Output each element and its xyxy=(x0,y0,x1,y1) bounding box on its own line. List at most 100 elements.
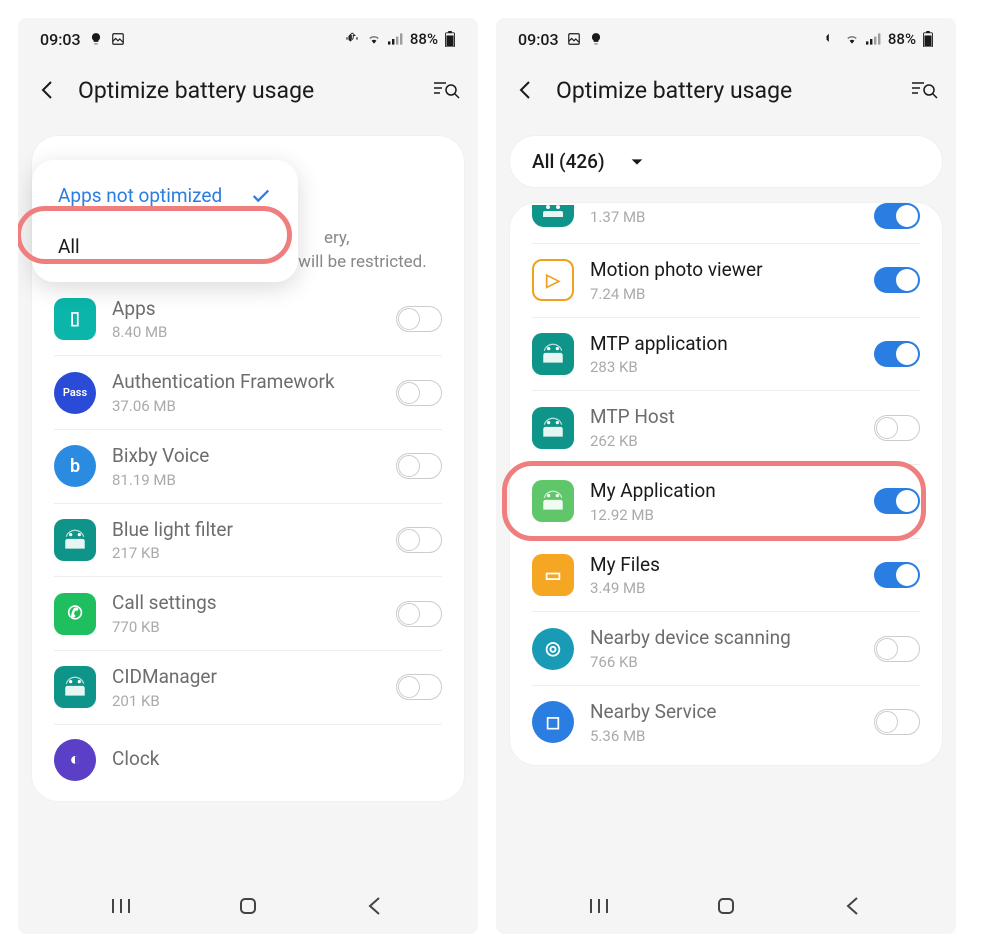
toggle-switch[interactable] xyxy=(874,267,920,293)
app-row[interactable]: CIDManager 201 KB xyxy=(54,651,442,725)
page-header: Optimize battery usage xyxy=(18,60,478,120)
toggle-switch[interactable] xyxy=(396,453,442,479)
app-icon xyxy=(532,205,574,227)
app-size: 5.36 MB xyxy=(590,727,858,745)
app-icon: Pass xyxy=(54,372,96,414)
app-icon: ▷ xyxy=(532,259,574,301)
app-info: My Files3.49 MB xyxy=(590,553,858,598)
nav-home-icon[interactable] xyxy=(234,892,262,920)
app-name: Nearby device scanning xyxy=(590,626,858,651)
app-info: Authentication Framework 37.06 MB xyxy=(112,370,380,415)
app-row[interactable]: ◐Clock xyxy=(54,725,442,795)
toggle-switch[interactable] xyxy=(874,415,920,441)
app-icon: b xyxy=(54,445,96,487)
status-time: 09:03 xyxy=(518,30,559,49)
battery-pct: 88% xyxy=(888,30,916,48)
dropdown-item-label: Apps not optimized xyxy=(58,184,222,207)
dropdown-item-label: All xyxy=(58,235,80,258)
app-row[interactable]: ▷Motion photo viewer7.24 MB xyxy=(532,244,920,318)
app-icon: ◎ xyxy=(532,628,574,670)
app-name: My Application xyxy=(590,479,858,504)
android-navbar xyxy=(496,878,956,934)
toggle-switch[interactable] xyxy=(874,709,920,735)
app-size: 201 KB xyxy=(112,692,380,710)
back-icon[interactable] xyxy=(36,78,60,102)
app-row-partial[interactable]: 1.37 MB xyxy=(532,203,920,244)
app-icon xyxy=(532,407,574,449)
app-row[interactable]: ▯ Apps8.40 MB xyxy=(54,283,442,357)
app-name: Clock xyxy=(112,747,442,772)
dropdown-item-all[interactable]: All xyxy=(32,221,298,272)
app-row[interactable]: Blue light filter217 KB xyxy=(54,504,442,578)
toggle-switch[interactable] xyxy=(874,636,920,662)
wifi-icon xyxy=(366,32,382,46)
app-name: CIDManager xyxy=(112,665,380,690)
app-row[interactable]: ◎ Nearby device scanning766 KB xyxy=(532,612,920,686)
dropdown-item-not-optimized[interactable]: Apps not optimized xyxy=(32,170,298,221)
filter-search-icon[interactable] xyxy=(432,78,460,102)
app-row[interactable]: ▭My Files3.49 MB xyxy=(532,539,920,613)
app-info: Apps8.40 MB xyxy=(112,297,380,342)
app-icon: ✆ xyxy=(54,593,96,635)
app-size: 81.19 MB xyxy=(112,471,380,489)
filter-dropdown-trigger[interactable]: All (426) xyxy=(532,150,920,173)
app-list: ▯ Apps8.40 MB Pass Authentication Framework… xyxy=(54,283,442,795)
battery-icon xyxy=(444,31,456,47)
app-row[interactable]: ✆ Call settings770 KB xyxy=(54,577,442,651)
toggle-switch[interactable] xyxy=(874,203,920,229)
app-icon: ▯ xyxy=(54,298,96,340)
app-name: Blue light filter xyxy=(112,518,380,543)
app-info: MTP Host262 KB xyxy=(590,405,858,450)
nav-back-icon[interactable] xyxy=(839,892,867,920)
app-size: 12.92 MB xyxy=(590,506,858,524)
page-title: Optimize battery usage xyxy=(78,77,414,104)
vibrate-icon xyxy=(344,32,360,46)
phone-screen-right: 09:03 88% Opt xyxy=(496,18,956,934)
toggle-switch[interactable] xyxy=(396,674,442,700)
phone-screen-left: 09:03 88% Opt xyxy=(18,18,478,934)
app-row[interactable]: ◻Nearby Service5.36 MB xyxy=(532,686,920,759)
filter-search-icon[interactable] xyxy=(910,78,938,102)
app-size: 8.40 MB xyxy=(112,323,380,341)
app-row[interactable]: Pass Authentication Framework 37.06 MB xyxy=(54,356,442,430)
app-info: Nearby device scanning766 KB xyxy=(590,626,858,671)
app-size: 283 KB xyxy=(590,358,858,376)
bulb-icon xyxy=(589,32,603,46)
toggle-switch[interactable] xyxy=(874,562,920,588)
app-icon xyxy=(54,666,96,708)
app-size: 3.49 MB xyxy=(590,579,858,597)
nav-recent-icon[interactable] xyxy=(107,892,135,920)
status-bar: 09:03 88% xyxy=(18,18,478,60)
toggle-switch[interactable] xyxy=(396,380,442,406)
toggle-switch[interactable] xyxy=(396,601,442,627)
app-info: Call settings770 KB xyxy=(112,591,380,636)
app-size: 37.06 MB xyxy=(112,397,380,415)
app-icon xyxy=(532,480,574,522)
filter-dropdown-popup: Apps not optimized All xyxy=(32,160,298,282)
checkmark-icon xyxy=(250,185,272,207)
main-card: 1.37 MB ▷Motion photo viewer7.24 MBMTP a… xyxy=(510,203,942,765)
app-name: MTP application xyxy=(590,332,858,357)
app-row[interactable]: My Application 12.92 MB xyxy=(532,465,920,539)
battery-pct: 88% xyxy=(410,30,438,48)
app-name: Apps xyxy=(112,297,380,322)
app-name: Call settings xyxy=(112,591,380,616)
picture-icon xyxy=(567,32,581,46)
app-name: Bixby Voice xyxy=(112,444,380,469)
toggle-switch[interactable] xyxy=(874,341,920,367)
toggle-switch[interactable] xyxy=(396,527,442,553)
toggle-switch[interactable] xyxy=(396,306,442,332)
app-size: 1.37 MB xyxy=(590,208,858,226)
toggle-switch[interactable] xyxy=(874,488,920,514)
filter-card: All (426) xyxy=(510,136,942,187)
app-info: Blue light filter217 KB xyxy=(112,518,380,563)
nav-recent-icon[interactable] xyxy=(585,892,613,920)
back-icon[interactable] xyxy=(514,78,538,102)
app-row[interactable]: b Bixby Voice 81.19 MB xyxy=(54,430,442,504)
app-row[interactable]: MTP Host262 KB xyxy=(532,391,920,465)
app-row[interactable]: MTP application283 KB xyxy=(532,318,920,392)
app-size: 217 KB xyxy=(112,544,380,562)
nav-home-icon[interactable] xyxy=(712,892,740,920)
app-name: Authentication Framework xyxy=(112,370,380,395)
nav-back-icon[interactable] xyxy=(361,892,389,920)
